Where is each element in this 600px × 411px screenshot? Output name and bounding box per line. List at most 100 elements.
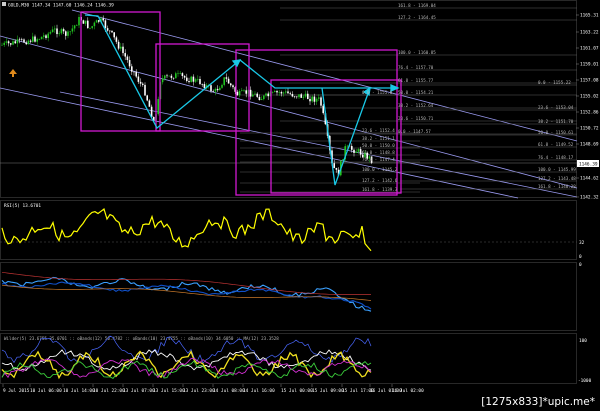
- time-label: 16 Jul 02:00: [392, 388, 424, 394]
- macd-panel[interactable]: [0, 262, 577, 331]
- candle-body: [3, 42, 5, 45]
- candle-body: [78, 16, 80, 26]
- candle-body: [135, 71, 137, 77]
- rsi-panel[interactable]: [0, 200, 577, 260]
- rsi-level-32: 32: [579, 240, 585, 246]
- candle-body: [274, 91, 276, 92]
- candle-body: [212, 91, 214, 92]
- candle-body: [62, 29, 65, 32]
- fib-right-label: 127.2 - 1143.48: [538, 176, 576, 181]
- candle-body: [315, 98, 318, 102]
- candle-body: [120, 46, 122, 49]
- candle-body: [285, 91, 287, 93]
- candle-body: [177, 73, 179, 74]
- candle-body: [76, 25, 78, 26]
- candle-body: [302, 96, 305, 98]
- fib-inner-label: 0.0 - 1155.0: [362, 90, 393, 95]
- fib-right-label: 38.2 - 1151.70: [538, 119, 574, 124]
- candle-body: [89, 27, 91, 29]
- candle-body: [249, 89, 252, 97]
- time-label: 13 Jul 07:00: [123, 388, 155, 394]
- candle-body: [148, 100, 151, 107]
- candle-body: [186, 77, 188, 82]
- price-label: 1150.72: [580, 126, 599, 132]
- candle-body: [69, 31, 71, 33]
- candle-body: [278, 91, 280, 93]
- price-label: 1155.02: [580, 94, 599, 100]
- candle-body: [95, 20, 98, 23]
- fib-top-label: 23.6 - 1150.71: [398, 116, 434, 121]
- candle-body: [161, 78, 164, 83]
- candle-body: [276, 91, 278, 93]
- candle-body: [230, 83, 232, 86]
- candle-body: [82, 20, 85, 24]
- candle-body: [40, 36, 43, 40]
- candle-body: [225, 77, 228, 79]
- candle-body: [201, 84, 203, 85]
- time-label: 13 Jul 23:00: [183, 388, 215, 394]
- candle-body: [227, 78, 230, 84]
- candle-body: [111, 30, 113, 33]
- fib-top-label: 100.0 - 1160.85: [398, 50, 436, 55]
- candle-body: [357, 149, 360, 152]
- candle-body: [54, 28, 56, 30]
- candle-body: [126, 56, 129, 60]
- candle-body: [263, 95, 265, 100]
- candle-body: [238, 91, 241, 96]
- candle-body: [194, 79, 197, 82]
- candle-body: [260, 99, 263, 101]
- candle-body: [139, 81, 142, 84]
- candle-body: [175, 73, 177, 79]
- candle-body: [21, 39, 23, 41]
- fib-top-label: 161.8 - 1169.04: [398, 3, 436, 8]
- time-axis: 9 Jul 2015 10 Jul 06:00 10 Jul 14:0010 Jul…: [2, 384, 424, 394]
- candle-body: [144, 84, 146, 96]
- candle-body: [333, 163, 335, 168]
- candle-body: [14, 41, 16, 44]
- candle-body: [271, 91, 274, 93]
- candle-body: [172, 77, 175, 79]
- candle-body: [43, 35, 45, 37]
- candle-body: [199, 78, 201, 85]
- candle-body: [137, 76, 140, 82]
- fib-inner-label: 50.0 - 1150.0: [362, 143, 395, 148]
- candle-body: [322, 105, 324, 114]
- fib-right-label: 161.8 - 1140.28: [538, 184, 576, 189]
- candle-body: [203, 84, 206, 89]
- current-price-label: 1146.39: [579, 162, 598, 168]
- candle-body: [124, 53, 126, 57]
- price-label: 1157.08: [580, 78, 599, 84]
- candle-body: [84, 20, 87, 24]
- candle-body: [128, 59, 131, 67]
- chart-canvas[interactable]: GOLD,M30 1147.34 1147.60 1146.24 1146.39…: [0, 0, 600, 411]
- candle-body: [87, 20, 89, 29]
- candle-body: [106, 28, 109, 31]
- time-label: 14 Jul 08:00: [213, 388, 245, 394]
- time-label: 15 Jul 00:00: [281, 388, 313, 394]
- main-chart-header: GOLD,M30 1147.34 1147.60 1146.24 1146.39: [8, 3, 114, 9]
- candle-body: [133, 71, 135, 73]
- candle-body: [157, 99, 159, 115]
- candle-body: [320, 97, 322, 106]
- candle-body: [27, 40, 30, 45]
- candle-body: [170, 75, 173, 78]
- main-chart-panel[interactable]: [0, 0, 577, 198]
- candle-body: [210, 85, 212, 92]
- candle-body: [56, 28, 58, 35]
- candle-body: [287, 91, 289, 94]
- price-label: 1148.69: [580, 142, 599, 148]
- price-label: 1161.07: [580, 46, 599, 52]
- adx-level-min: -1000: [578, 378, 592, 384]
- candle-body: [219, 87, 221, 91]
- candle-body: [355, 151, 357, 153]
- candle-body: [296, 96, 298, 98]
- fib-right-label: 23.6 - 1153.04: [538, 105, 574, 110]
- candle-body: [304, 93, 307, 97]
- candle-body: [117, 41, 120, 49]
- price-label: 1165.31: [580, 13, 599, 19]
- candle-body: [318, 97, 320, 99]
- candle-body: [298, 94, 300, 98]
- candle-body: [313, 96, 316, 102]
- candle-body: [223, 77, 225, 85]
- price-label: 1152.86: [580, 110, 599, 116]
